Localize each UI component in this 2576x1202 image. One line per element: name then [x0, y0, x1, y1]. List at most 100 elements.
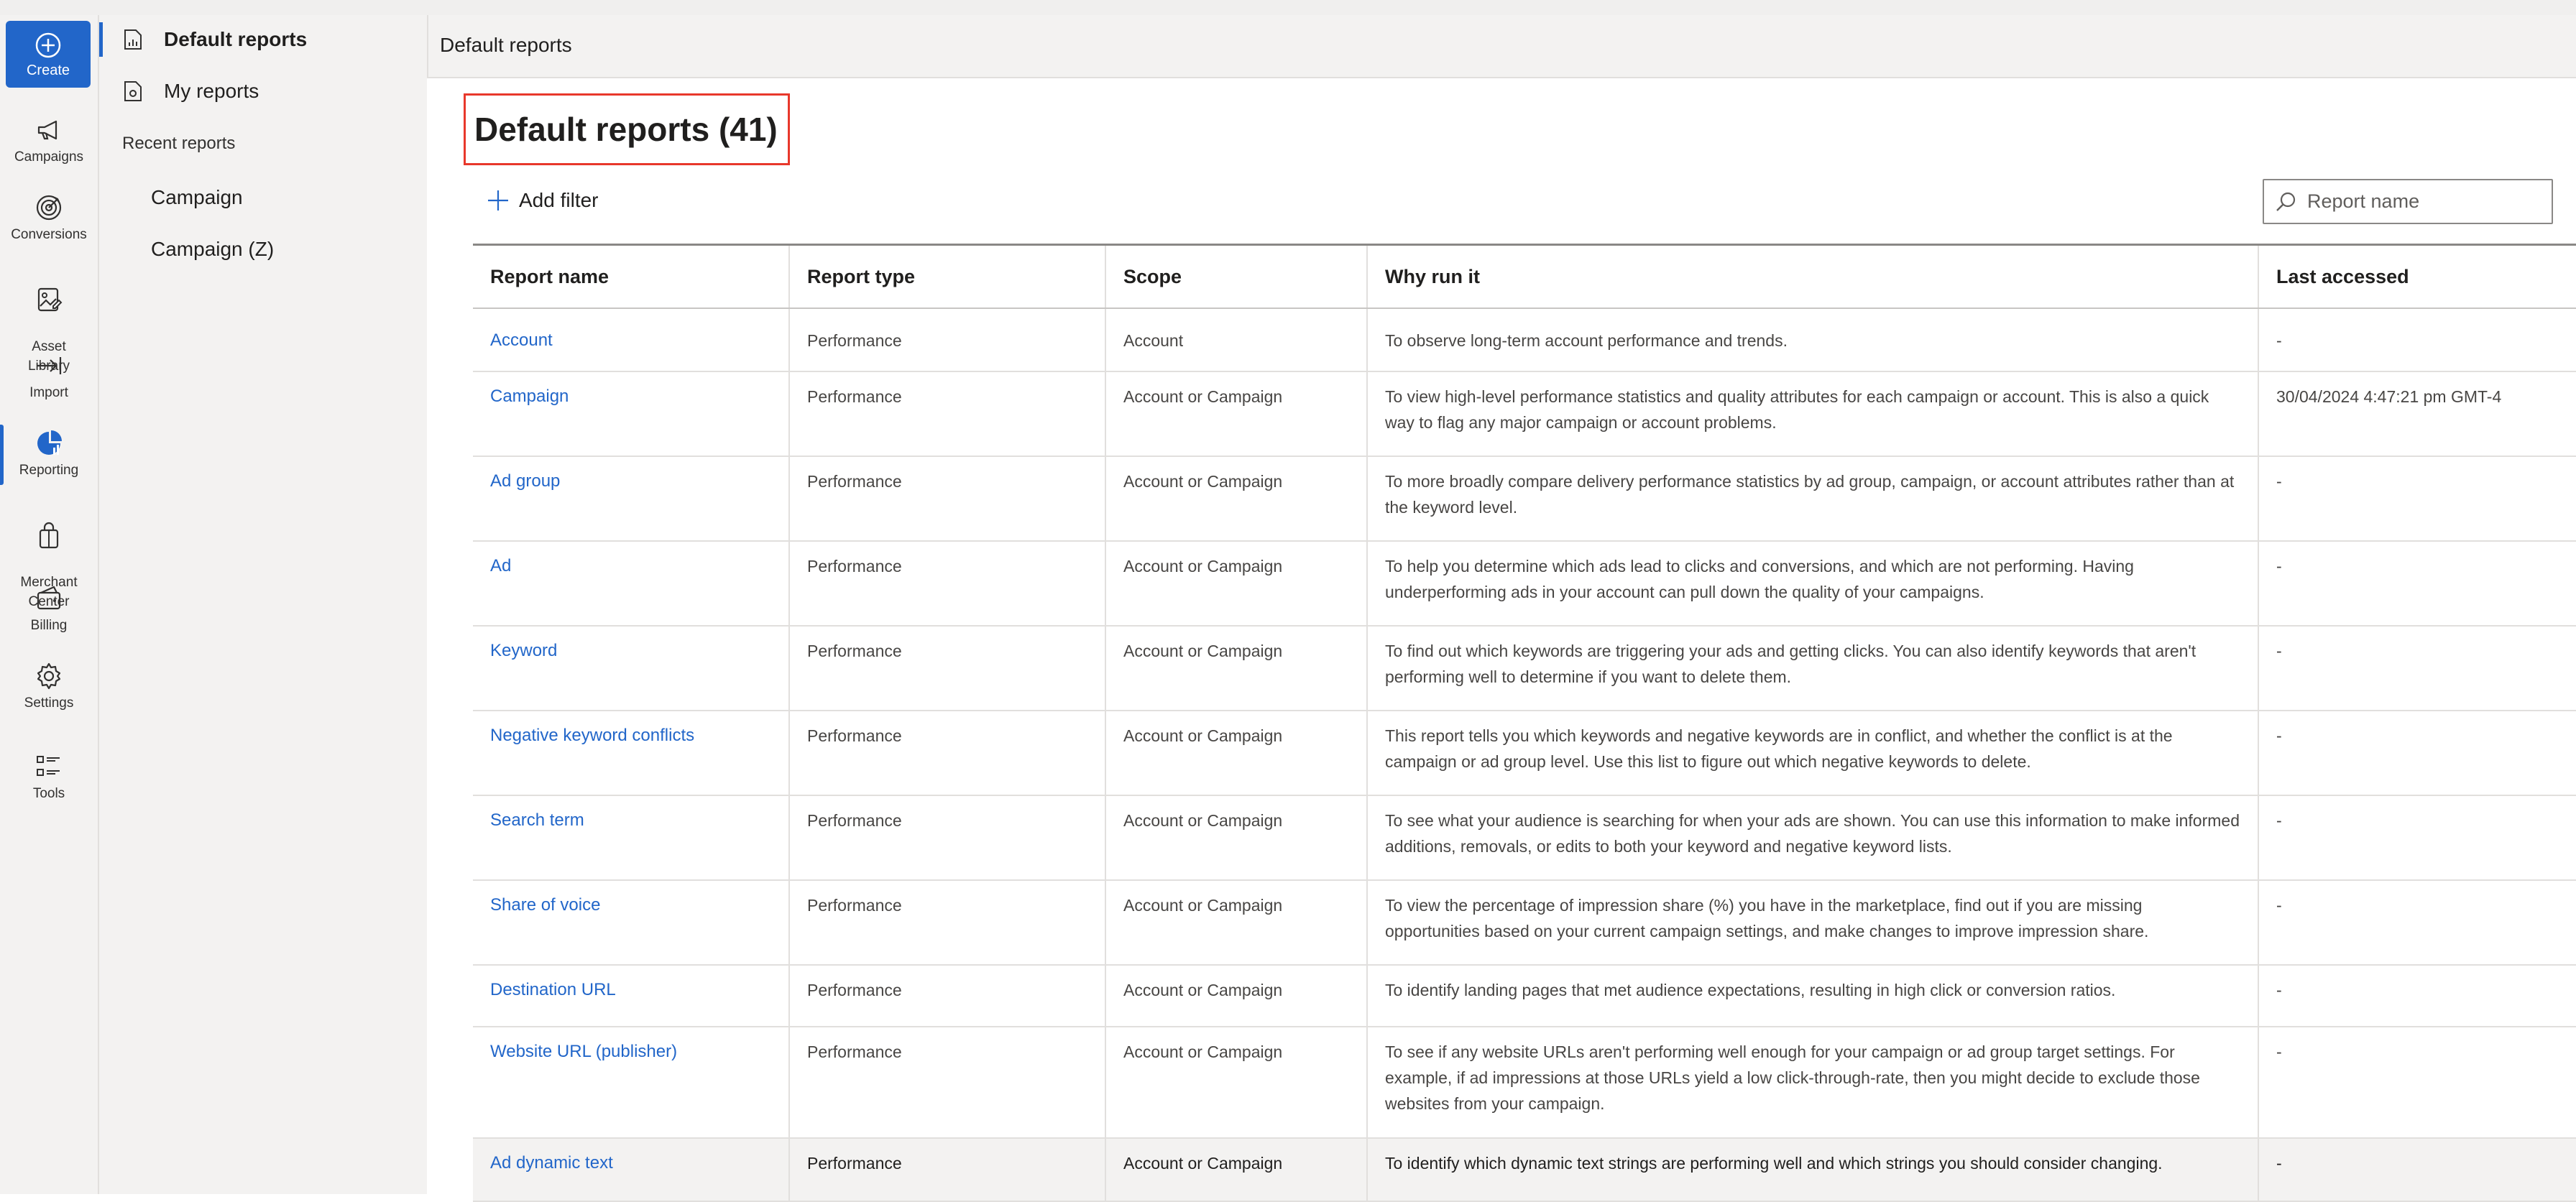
- last-accessed-cell: -: [2258, 1138, 2576, 1202]
- rail-item-campaigns[interactable]: Campaigns: [0, 114, 98, 167]
- report-type-cell: Performance: [789, 795, 1106, 881]
- table-row: Account Performance Account To observe l…: [473, 308, 2576, 372]
- rail-item-tools[interactable]: Tools: [0, 751, 98, 803]
- list-icon: [37, 756, 60, 776]
- breadcrumb-bar: Default reports: [427, 15, 2576, 78]
- search-icon: [2276, 192, 2296, 211]
- table-row: Campaign Performance Account or Campaign…: [473, 371, 2576, 457]
- report-link[interactable]: Search term: [490, 810, 584, 830]
- plus-circle-icon: [35, 32, 61, 58]
- why-cell: To identify landing pages that met audie…: [1367, 965, 2259, 1027]
- breadcrumb: Default reports: [440, 34, 572, 56]
- table-row: Share of voice Performance Account or Ca…: [473, 880, 2576, 966]
- report-link[interactable]: Ad: [490, 556, 511, 575]
- scope-cell: Account: [1105, 308, 1368, 372]
- report-link[interactable]: Share of voice: [490, 895, 600, 915]
- rail-item-reporting[interactable]: Reporting: [0, 425, 98, 485]
- report-link[interactable]: Campaign: [490, 387, 569, 406]
- report-type-cell: Performance: [789, 880, 1106, 966]
- subnav-label: My reports: [164, 80, 259, 102]
- megaphone-icon: [37, 120, 58, 140]
- left-nav-rail: Create Campaigns Conversions Asset Libra…: [0, 15, 99, 1194]
- rail-item-billing[interactable]: Billing: [0, 583, 98, 635]
- why-cell: This report tells you which keywords and…: [1367, 711, 2259, 796]
- last-accessed-cell: -: [2258, 541, 2576, 627]
- pie-chart-icon: [37, 430, 62, 455]
- rail-label: Conversions: [11, 227, 87, 242]
- shopping-bag-icon: [39, 522, 59, 549]
- scope-cell: Account or Campaign: [1105, 965, 1368, 1027]
- subnav-item-default-reports[interactable]: Default reports: [99, 18, 427, 61]
- report-type-cell: Performance: [789, 308, 1106, 372]
- subnav-label: Default reports: [164, 28, 308, 50]
- rail-label: Settings: [24, 695, 74, 711]
- rail-label: Billing: [30, 618, 68, 633]
- report-link[interactable]: Website URL (publisher): [490, 1042, 677, 1061]
- column-header-last-accessed[interactable]: Last accessed: [2258, 244, 2576, 309]
- table-row: Search term Performance Account or Campa…: [473, 795, 2576, 881]
- import-icon: [37, 357, 62, 374]
- report-link[interactable]: Destination URL: [490, 980, 616, 999]
- last-accessed-cell: -: [2258, 880, 2576, 966]
- why-cell: To help you determine which ads lead to …: [1367, 541, 2259, 627]
- why-cell: To see if any website URLs aren't perfor…: [1367, 1027, 2259, 1139]
- table-row: Negative keyword conflicts Performance A…: [473, 711, 2576, 796]
- search-input[interactable]: [2306, 190, 2539, 213]
- reports-subnav: Default reports My reports Recent report…: [99, 15, 427, 1194]
- report-search-box[interactable]: [2263, 179, 2553, 224]
- report-type-cell: Performance: [789, 541, 1106, 627]
- scope-cell: Account or Campaign: [1105, 880, 1368, 966]
- report-link[interactable]: Keyword: [490, 641, 557, 660]
- last-accessed-cell: 30/04/2024 4:47:21 pm GMT-4: [2258, 371, 2576, 457]
- report-type-cell: Performance: [789, 626, 1106, 711]
- recent-report-link[interactable]: Campaign: [151, 186, 243, 209]
- report-type-cell: Performance: [789, 1138, 1106, 1202]
- report-chart-icon: [124, 29, 142, 50]
- table-row-hovered[interactable]: Ad dynamic text Performance Account or C…: [473, 1138, 2576, 1202]
- rail-item-settings[interactable]: Settings: [0, 660, 98, 713]
- scope-cell: Account or Campaign: [1105, 1138, 1368, 1202]
- last-accessed-cell: -: [2258, 711, 2576, 796]
- column-header-report-name[interactable]: Report name: [473, 244, 790, 309]
- page-title: Default reports (41): [464, 93, 790, 165]
- report-gear-icon: [124, 81, 142, 101]
- why-cell: To identify which dynamic text strings a…: [1367, 1138, 2259, 1202]
- report-link[interactable]: Account: [490, 330, 553, 350]
- target-icon: [36, 195, 62, 221]
- column-header-scope[interactable]: Scope: [1105, 244, 1368, 309]
- add-filter-label: Add filter: [519, 189, 599, 211]
- column-header-report-type[interactable]: Report type: [789, 244, 1106, 309]
- table-row: Ad Performance Account or Campaign To he…: [473, 541, 2576, 627]
- report-type-cell: Performance: [789, 456, 1106, 542]
- report-type-cell: Performance: [789, 711, 1106, 796]
- table-row: Destination URL Performance Account or C…: [473, 965, 2576, 1027]
- top-strip: [0, 0, 2576, 15]
- rail-item-import[interactable]: Import: [0, 350, 98, 402]
- report-link[interactable]: Ad group: [490, 471, 560, 491]
- gear-icon: [37, 662, 61, 690]
- last-accessed-cell: -: [2258, 965, 2576, 1027]
- add-filter-button[interactable]: Add filter: [486, 188, 599, 213]
- rail-item-conversions[interactable]: Conversions: [0, 192, 98, 244]
- why-cell: To find out which keywords are triggerin…: [1367, 626, 2259, 711]
- scope-cell: Account or Campaign: [1105, 626, 1368, 711]
- recent-report-link[interactable]: Campaign (Z): [151, 238, 274, 261]
- column-header-why-run-it[interactable]: Why run it: [1367, 244, 2259, 309]
- table-header-row: Report name Report type Scope Why run it…: [473, 244, 2576, 309]
- last-accessed-cell: -: [2258, 456, 2576, 542]
- subnav-item-my-reports[interactable]: My reports: [99, 70, 427, 113]
- wallet-icon: [37, 586, 61, 610]
- why-cell: To view high-level performance statistic…: [1367, 371, 2259, 457]
- report-link[interactable]: Negative keyword conflicts: [490, 726, 694, 745]
- rail-label: Import: [29, 385, 68, 400]
- rail-label: Tools: [32, 786, 65, 801]
- create-button[interactable]: Create: [6, 21, 91, 88]
- asset-library-icon: [37, 287, 63, 312]
- why-cell: To observe long-term account performance…: [1367, 308, 2259, 372]
- create-label: Create: [26, 63, 70, 78]
- table-row: Website URL (publisher) Performance Acco…: [473, 1027, 2576, 1139]
- report-link[interactable]: Ad dynamic text: [490, 1153, 613, 1173]
- scope-cell: Account or Campaign: [1105, 456, 1368, 542]
- report-type-cell: Performance: [789, 1027, 1106, 1139]
- why-cell: To view the percentage of impression sha…: [1367, 880, 2259, 966]
